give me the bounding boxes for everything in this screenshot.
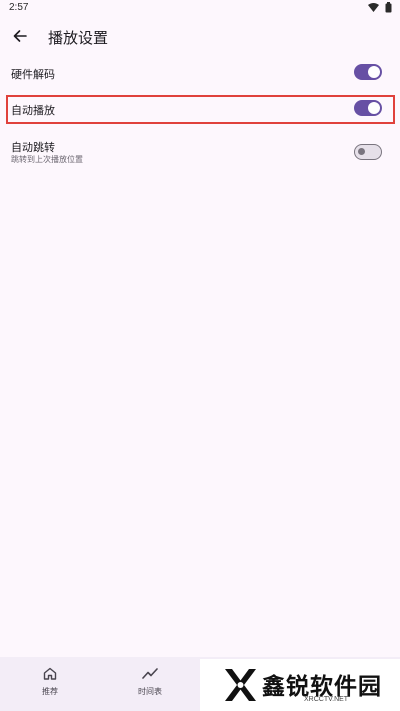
watermark: 鑫锐软件园 XRCCTV.NET [200, 659, 400, 711]
app-bar: 播放设置 [0, 22, 400, 52]
setting-subtitle: 跳转到上次播放位置 [11, 155, 83, 164]
hardware-decoding-toggle[interactable] [354, 64, 382, 80]
nav-item-schedule[interactable]: 时间表 [120, 667, 180, 697]
arrow-back-icon [13, 30, 27, 42]
home-icon [43, 667, 57, 680]
nav-label: 时间表 [138, 687, 162, 696]
status-icons [368, 2, 392, 13]
nav-item-recommend[interactable]: 推荐 [20, 667, 80, 697]
setting-row-auto-jump[interactable]: 自动跳转 跳转到上次播放位置 [0, 134, 400, 168]
status-time: 2:57 [9, 2, 29, 13]
highlight-box [6, 95, 395, 124]
page-title: 播放设置 [48, 29, 109, 47]
status-bar: 2:57 [0, 0, 400, 18]
setting-label: 硬件解码 [11, 68, 55, 81]
setting-label: 自动跳转 [11, 141, 55, 154]
watermark-url: XRCCTV.NET [304, 696, 349, 703]
watermark-logo-icon [225, 669, 256, 701]
setting-row-hardware-decoding[interactable]: 硬件解码 [0, 60, 400, 86]
trending-icon [142, 668, 158, 679]
wifi-icon [368, 3, 379, 12]
battery-icon [385, 2, 392, 13]
auto-jump-toggle[interactable] [354, 144, 382, 160]
back-button[interactable] [8, 24, 32, 48]
nav-label: 推荐 [42, 687, 58, 696]
